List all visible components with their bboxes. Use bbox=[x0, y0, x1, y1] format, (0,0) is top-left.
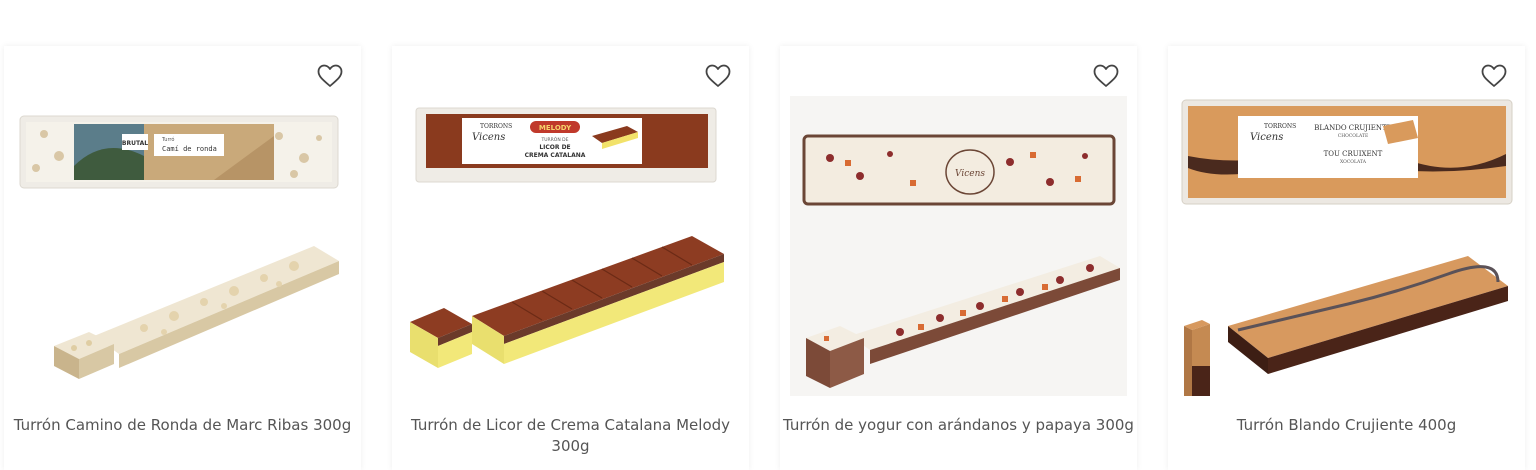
product-image[interactable]: Vicens bbox=[790, 96, 1127, 396]
package-title-2: CREMA CATALANA bbox=[525, 152, 586, 159]
heart-icon bbox=[1481, 64, 1507, 87]
product-image[interactable]: TORRONS Vicens BLANDO CRUJIENTE CHOCOLAT… bbox=[1178, 96, 1515, 396]
product-title[interactable]: Turrón Blando Crujiente 400g bbox=[1168, 415, 1525, 436]
wishlist-button[interactable] bbox=[1481, 64, 1507, 88]
package-title-1: LICOR DE bbox=[539, 144, 570, 151]
product-image[interactable]: TORRONS Vicens MELODY TURRÓN DE LICOR DE… bbox=[402, 96, 739, 396]
product-card[interactable]: Vicens Turrón de yogur con arándanos y p… bbox=[780, 46, 1137, 470]
package-brand-text: TORRONS bbox=[1264, 123, 1296, 130]
wishlist-button[interactable] bbox=[1093, 64, 1119, 88]
package-sub-2: XOCOLATA bbox=[1340, 159, 1367, 165]
product-title[interactable]: Turrón Camino de Ronda de Marc Ribas 300… bbox=[4, 415, 361, 436]
package-brand-text: Vicens bbox=[955, 169, 985, 179]
product-image[interactable]: BRUTAL Turró Camí de ronda bbox=[14, 96, 351, 396]
package-logo-text: MELODY bbox=[539, 124, 572, 132]
product-card[interactable]: TORRONS Vicens BLANDO CRUJIENTE CHOCOLAT… bbox=[1168, 46, 1525, 470]
package-brand-text: BRUTAL bbox=[122, 140, 148, 147]
package-brand-text: TORRONS bbox=[480, 123, 512, 130]
wishlist-button[interactable] bbox=[317, 64, 343, 88]
package-sub-text: TURRÓN DE bbox=[541, 136, 569, 143]
product-grid: BRUTAL Turró Camí de ronda Turrón Camino… bbox=[0, 0, 1536, 470]
package-title-text: Camí de ronda bbox=[162, 145, 217, 153]
heart-icon bbox=[705, 64, 731, 87]
package-title-2: TOU CRUIXENT bbox=[1324, 150, 1383, 158]
package-brand2-text: Vicens bbox=[472, 132, 505, 143]
heart-icon bbox=[317, 64, 343, 87]
package-sub-text: Turró bbox=[161, 136, 174, 143]
heart-icon bbox=[1093, 64, 1119, 87]
product-card[interactable]: TORRONS Vicens MELODY TURRÓN DE LICOR DE… bbox=[392, 46, 749, 470]
product-title[interactable]: Turrón de yogur con arándanos y papaya 3… bbox=[780, 415, 1137, 436]
package-title-1: BLANDO CRUJIENTE bbox=[1314, 124, 1391, 132]
wishlist-button[interactable] bbox=[705, 64, 731, 88]
product-title[interactable]: Turrón de Licor de Crema Catalana Melody… bbox=[392, 415, 749, 457]
package-sub-1: CHOCOLATE bbox=[1338, 133, 1368, 139]
package-brand2-text: Vicens bbox=[1250, 132, 1283, 143]
product-card[interactable]: BRUTAL Turró Camí de ronda Turrón Camino… bbox=[4, 46, 361, 470]
